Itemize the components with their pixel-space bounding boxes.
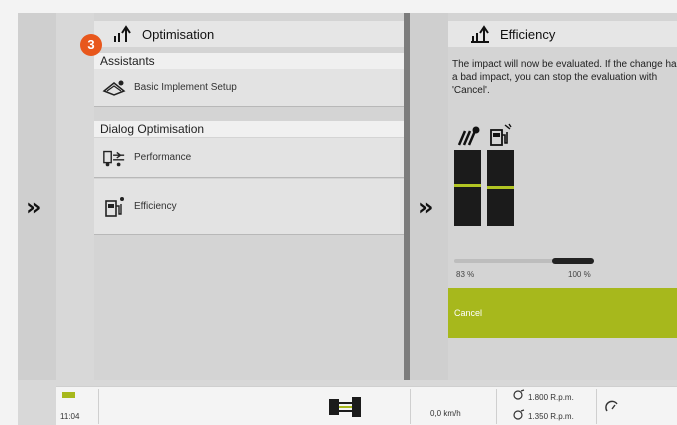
evaluation-progress-fill <box>552 258 594 264</box>
efficiency-header: Efficiency <box>448 21 677 47</box>
efficiency-indicators <box>454 150 514 226</box>
tractor-icon[interactable] <box>328 393 362 421</box>
clock: 11:04 <box>60 412 80 421</box>
progress-min-label: 83 % <box>456 270 475 279</box>
progress-max-label: 100 % <box>568 270 591 279</box>
engine-rpm-readout: 1.800 R.p.m. <box>528 393 574 402</box>
fuel-pump-icon <box>490 123 512 146</box>
optimisation-panel: Optimisation Assistants Basic Implement … <box>94 13 406 380</box>
section-assistants: Assistants <box>94 53 406 69</box>
section-dialog-optimisation: Dialog Optimisation <box>94 121 406 137</box>
threshing-rpm-icon <box>513 409 525 420</box>
performance-icon <box>102 146 126 170</box>
battery-indicator-icon <box>62 392 75 398</box>
speed-readout: 0,0 km/h <box>430 409 461 418</box>
chevron-double-right-icon[interactable]: » <box>418 193 434 221</box>
optimisation-icon <box>471 25 489 43</box>
throughput-level-mark <box>454 184 481 187</box>
menu-item-label: Performance <box>134 152 192 163</box>
gauge-icon <box>605 400 618 412</box>
fuel-indicator <box>487 150 514 226</box>
cancel-button[interactable]: Cancel <box>448 288 677 338</box>
optimisation-title: Optimisation <box>142 27 215 42</box>
optimisation-header: Optimisation <box>94 21 406 47</box>
status-separator <box>496 389 497 424</box>
menu-item-efficiency[interactable]: Efficiency <box>94 179 406 235</box>
engine-rpm-icon <box>513 389 525 400</box>
left-nav-strip: » <box>18 13 56 380</box>
screen: » Optimisation Assistants Basic Implemen… <box>18 13 677 425</box>
step-badge: 3 <box>80 34 102 56</box>
fuel-efficiency-icon <box>102 195 126 219</box>
chevron-double-right-icon[interactable]: » <box>26 193 42 221</box>
optimisation-icon <box>114 25 131 42</box>
crop-flow-icon <box>457 126 480 146</box>
middle-nav-strip: » <box>410 13 448 380</box>
efficiency-panel: Efficiency The impact will now be evalua… <box>448 13 677 380</box>
status-separator <box>410 389 411 424</box>
menu-item-basic-implement-setup[interactable]: Basic Implement Setup <box>94 69 406 107</box>
status-bar: 11:04 0,0 km/h 1.800 R.p.m. 1.350 R.p.m. <box>56 386 677 425</box>
evaluation-progress <box>454 258 594 264</box>
throughput-indicator <box>454 150 481 226</box>
status-separator <box>596 389 597 424</box>
efficiency-title: Efficiency <box>500 27 556 42</box>
status-separator <box>98 389 99 424</box>
menu-item-label: Basic Implement Setup <box>134 82 237 93</box>
implement-icon <box>102 76 126 100</box>
threshing-rpm-readout: 1.350 R.p.m. <box>528 412 574 421</box>
fuel-level-mark <box>487 186 514 189</box>
menu-item-performance[interactable]: Performance <box>94 138 406 178</box>
menu-item-label: Efficiency <box>134 201 177 212</box>
efficiency-description: The impact will now be evaluated. If the… <box>452 59 677 96</box>
